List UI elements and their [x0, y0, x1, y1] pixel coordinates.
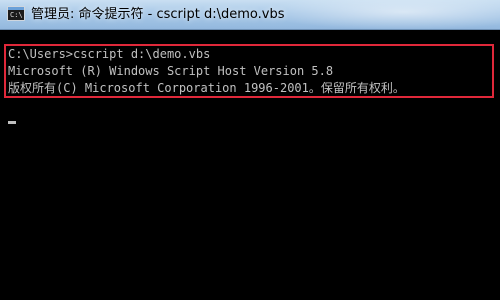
cmd-icon[interactable]: C:\: [7, 6, 25, 21]
cmd-window: C:\ 管理员: 命令提示符 - cscript d:\demo.vbs C:\…: [0, 0, 500, 300]
title-bar[interactable]: C:\ 管理员: 命令提示符 - cscript d:\demo.vbs: [0, 0, 500, 30]
title-bar-glow: [260, 0, 500, 30]
text-cursor: [8, 121, 16, 124]
console-area[interactable]: C:\Users>cscript d:\demo.vbs Microsoft (…: [0, 30, 500, 300]
window-title: 管理员: 命令提示符 - cscript d:\demo.vbs: [31, 7, 285, 22]
cmd-icon-glyph: C:\: [10, 11, 23, 19]
annotation-highlight-box: [4, 44, 494, 98]
cmd-icon-bar: [8, 7, 24, 10]
